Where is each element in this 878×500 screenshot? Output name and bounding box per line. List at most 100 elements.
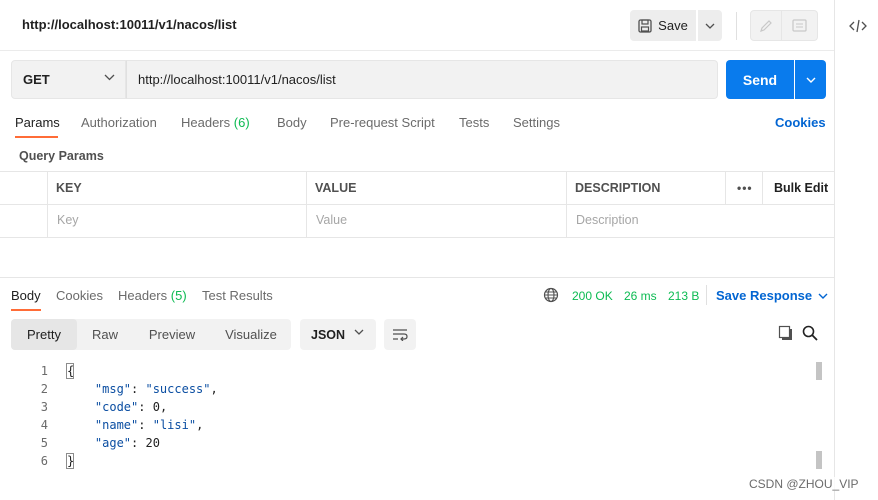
status-code[interactable]: 200 OK <box>572 289 613 303</box>
tab-authorization[interactable]: Authorization <box>81 115 157 130</box>
tab-headers-label: Headers <box>181 115 231 130</box>
comments-button[interactable] <box>782 10 818 41</box>
save-icon <box>638 18 652 33</box>
table-border <box>306 171 307 237</box>
json-value: "lisi" <box>152 418 197 432</box>
json-value: 20 <box>145 436 160 450</box>
table-border <box>725 171 726 204</box>
line-number: 5 <box>40 436 48 450</box>
view-preview[interactable]: Preview <box>133 319 211 350</box>
tab-tests[interactable]: Tests <box>459 115 489 130</box>
send-options-button[interactable] <box>795 60 826 99</box>
wrap-icon <box>393 329 408 341</box>
search-icon[interactable] <box>802 325 818 344</box>
response-time[interactable]: 26 ms <box>624 289 657 303</box>
code-line: "msg": "success", <box>94 382 218 396</box>
json-key: "age" <box>94 436 132 450</box>
save-response-button[interactable]: Save Response <box>716 288 828 303</box>
json-value: 0 <box>152 400 160 414</box>
edit-button[interactable] <box>750 10 782 41</box>
table-border <box>0 204 834 205</box>
code-line: { <box>66 363 74 379</box>
tab-params[interactable]: Params <box>15 115 60 130</box>
method-select[interactable]: GET <box>11 60 126 99</box>
tab-response-body[interactable]: Body <box>11 288 41 303</box>
view-raw[interactable]: Raw <box>77 319 133 350</box>
scrollbar[interactable] <box>816 451 822 469</box>
response-size[interactable]: 213 B <box>668 289 699 303</box>
json-key: "msg" <box>94 382 132 396</box>
query-params-title: Query Params <box>19 149 104 163</box>
line-number: 3 <box>40 400 48 414</box>
url-input[interactable]: http://localhost:10011/v1/nacos/list <box>126 60 718 99</box>
code-line: "code": 0, <box>94 400 168 414</box>
param-value-input[interactable]: Value <box>316 213 347 227</box>
method-value: GET <box>23 72 50 87</box>
line-number: 4 <box>40 418 48 432</box>
json-key: "name" <box>94 418 139 432</box>
tab-pre-request-script[interactable]: Pre-request Script <box>330 115 435 130</box>
column-header-value: VALUE <box>315 181 357 195</box>
bulk-edit-button[interactable]: Bulk Edit <box>774 181 828 195</box>
chevron-down-icon <box>705 23 715 29</box>
table-border <box>47 171 48 237</box>
tab-response-headers-count: (5) <box>170 288 187 303</box>
matched-bracket: } <box>66 453 75 469</box>
cookies-link[interactable]: Cookies <box>775 115 826 130</box>
wrap-lines-button[interactable] <box>384 319 416 350</box>
save-button[interactable]: Save <box>630 10 696 41</box>
chevron-down-icon <box>818 293 828 299</box>
right-sidebar-border <box>834 0 835 500</box>
more-options-button[interactable]: ••• <box>737 181 753 195</box>
code-snippet-icon[interactable] <box>846 16 870 36</box>
chevron-down-icon <box>806 77 815 83</box>
tab-response-headers[interactable]: Headers (5) <box>118 288 187 303</box>
json-comma: , <box>196 418 204 432</box>
matched-bracket: { <box>66 363 75 379</box>
param-description-input[interactable]: Description <box>576 213 639 227</box>
divider <box>0 50 834 51</box>
table-border <box>762 171 763 204</box>
view-visualize[interactable]: Visualize <box>211 319 291 350</box>
pane-divider[interactable] <box>0 277 834 278</box>
active-tab-indicator <box>11 309 41 311</box>
tab-headers-count: (6) <box>233 115 250 130</box>
format-select[interactable]: JSON <box>300 319 376 350</box>
save-options-button[interactable] <box>698 10 722 41</box>
request-title[interactable]: http://localhost:10011/v1/nacos/list <box>22 17 237 32</box>
json-comma: , <box>159 400 168 414</box>
line-number: 6 <box>40 454 48 468</box>
view-pretty[interactable]: Pretty <box>11 319 77 350</box>
watermark: CSDN @ZHOU_VIP <box>749 477 859 491</box>
tab-body[interactable]: Body <box>277 115 307 130</box>
tab-response-headers-label: Headers <box>118 288 168 303</box>
json-comma: , <box>210 382 218 396</box>
save-label: Save <box>658 18 688 33</box>
divider <box>736 12 737 40</box>
tab-settings[interactable]: Settings <box>513 115 560 130</box>
send-button[interactable]: Send <box>726 60 794 99</box>
table-border <box>0 237 834 238</box>
json-key: "code" <box>94 400 139 414</box>
response-body-editor[interactable]: 1 2 3 4 5 6 { "msg": "success", "code": … <box>0 362 820 482</box>
scrollbar[interactable] <box>816 362 822 380</box>
active-tab-indicator <box>15 136 58 138</box>
format-value: JSON <box>311 327 346 342</box>
chevron-down-icon <box>104 74 115 81</box>
json-value: "success" <box>145 382 211 396</box>
divider <box>706 285 707 305</box>
line-number: 2 <box>40 382 48 396</box>
line-number: 1 <box>40 364 48 378</box>
globe-icon[interactable] <box>543 287 559 306</box>
save-response-label: Save Response <box>716 288 813 303</box>
column-header-key: KEY <box>56 181 82 195</box>
tab-headers[interactable]: Headers (6) <box>181 115 250 130</box>
comment-icon <box>792 19 807 32</box>
copy-icon[interactable] <box>778 325 794 344</box>
param-key-input[interactable]: Key <box>57 213 79 227</box>
chevron-down-icon <box>354 329 364 335</box>
pencil-icon <box>760 19 772 32</box>
code-line: "age": 20 <box>94 436 160 450</box>
tab-test-results[interactable]: Test Results <box>202 288 273 303</box>
tab-response-cookies[interactable]: Cookies <box>56 288 103 303</box>
